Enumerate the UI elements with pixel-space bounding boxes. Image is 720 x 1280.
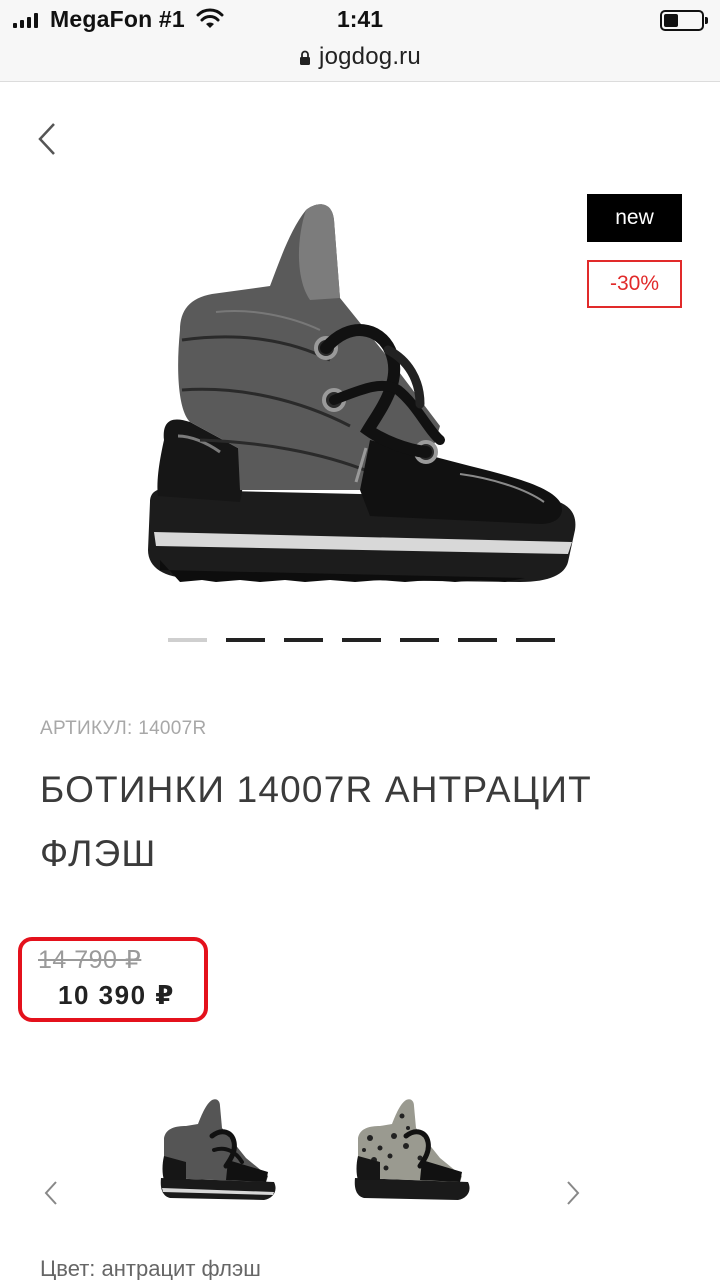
gallery-dot[interactable]: [284, 638, 323, 642]
gallery-dot[interactable]: [226, 638, 265, 642]
old-price: 14 790 ₽: [38, 946, 142, 974]
variant-thumbnail-leopard[interactable]: [350, 1098, 475, 1208]
back-arrow-icon[interactable]: [30, 118, 66, 160]
product-title: БОТИНКИ 14007R АНТРАЦИТ ФЛЭШ: [40, 769, 592, 874]
current-price: 10 390 ₽: [58, 980, 175, 1010]
product-image[interactable]: [120, 190, 600, 610]
gallery-dot[interactable]: [516, 638, 555, 642]
battery-icon: [660, 10, 708, 31]
gallery-dot[interactable]: [400, 638, 439, 642]
chevron-right-icon[interactable]: [562, 1178, 584, 1208]
url-text[interactable]: jogdog.ru: [319, 43, 421, 71]
gallery-pagination: [168, 638, 555, 642]
clock: 1:41: [336, 6, 384, 32]
status-bar: MegaFon #1 1:41: [0, 0, 720, 40]
variant-thumbnail-anthracite[interactable]: [156, 1098, 281, 1208]
gallery-dot[interactable]: [342, 638, 381, 642]
gallery-dot[interactable]: [168, 638, 207, 642]
lock-icon: [300, 50, 311, 65]
product-sku: АРТИКУЛ: 14007R: [40, 718, 207, 739]
address-bar[interactable]: jogdog.ru: [0, 40, 720, 74]
discount-badge: -30%: [587, 260, 682, 308]
browser-chrome: MegaFon #1 1:41 jogdog.ru: [0, 0, 720, 82]
color-label: Цвет: антрацит флэш: [40, 1256, 261, 1280]
new-badge: new: [587, 194, 682, 242]
chevron-left-icon[interactable]: [40, 1178, 62, 1208]
gallery-dot[interactable]: [458, 638, 497, 642]
